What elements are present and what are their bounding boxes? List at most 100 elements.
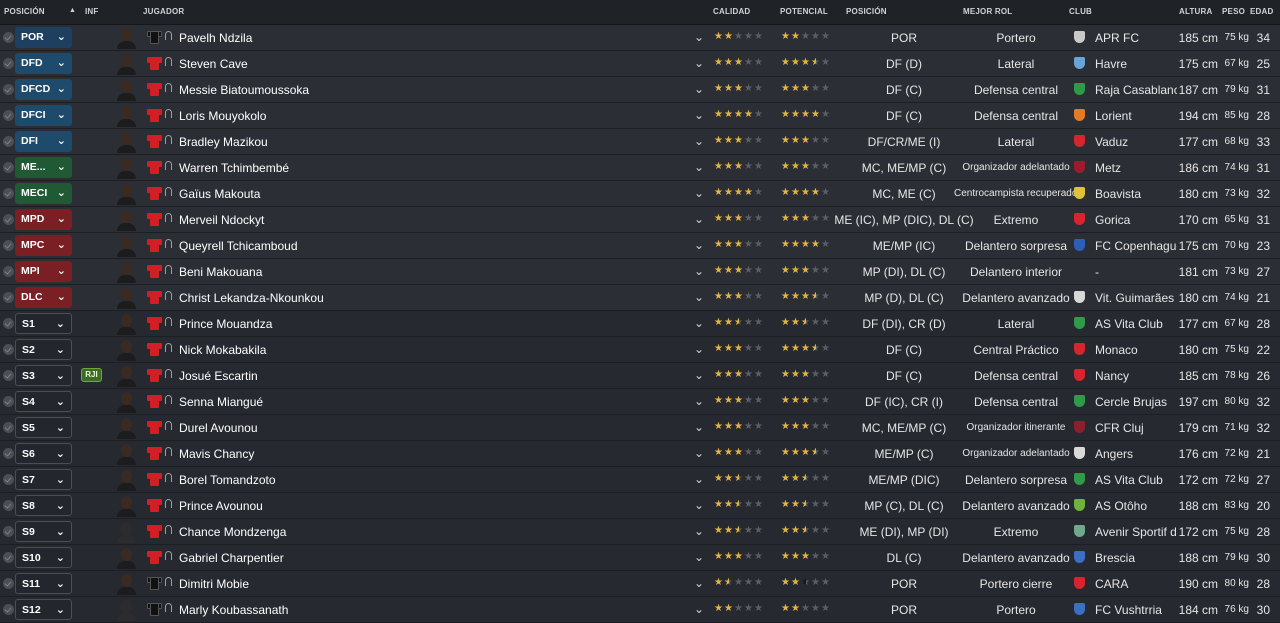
position-selector[interactable]: DFI ⌄: [15, 131, 72, 152]
club-name[interactable]: Nancy: [1095, 369, 1177, 383]
table-row[interactable]: MECI⌄Gaïus Makouta⌄★★★★★★★★★★★★★★★★★★★★M…: [0, 181, 1280, 207]
table-row[interactable]: ME... ⌄ Warren Tchimbembé ⌄ ★ ★ ★ ★ ★ ★ ★ ★ ★ ★ ★ ★ ★ ★ ★ ★…: [0, 155, 1280, 181]
position-selector[interactable]: S8 ⌄: [15, 495, 72, 516]
table-row[interactable]: POR⌄Pavelh Ndzila⌄★★★★★★★★★★★★★★★★★★★★PO…: [0, 25, 1280, 51]
position-selector[interactable]: MPC ⌄: [15, 235, 72, 256]
table-row[interactable]: S2⌄Nick Mokabakila⌄★★★★★★★★★★★★★★★★★★★★D…: [0, 337, 1280, 363]
chevron-down-icon[interactable]: ⌄: [694, 576, 704, 590]
chevron-down-icon[interactable]: ⌄: [694, 394, 704, 408]
player-name[interactable]: Nick Mokabakila: [179, 343, 266, 357]
column-header-posicion-natural[interactable]: POSICIÓN: [846, 7, 887, 16]
player-name[interactable]: Josué Escartin: [179, 369, 258, 383]
position-selector[interactable]: S4 ⌄: [15, 391, 72, 412]
club-name[interactable]: FC Vushtrria: [1095, 603, 1177, 617]
player-name[interactable]: Christ Lekandza-Nkounkou: [179, 291, 324, 305]
player-name[interactable]: Gaïus Makouta: [179, 187, 260, 201]
position-selector[interactable]: POR ⌄: [15, 27, 72, 48]
select-checkbox[interactable]: [3, 136, 14, 147]
column-header-club[interactable]: CLUB: [1069, 7, 1092, 16]
position-selector[interactable]: DFCI ⌄: [15, 105, 72, 126]
club-name[interactable]: Monaco: [1095, 343, 1177, 357]
player-name[interactable]: Queyrell Tchicamboud: [179, 239, 298, 253]
table-row[interactable]: S1⌄Prince Mouandza⌄★★★★★★★★★★★★★★★★★★★★D…: [0, 311, 1280, 337]
table-row[interactable]: S6⌄Mavis Chancy⌄★★★★★★★★★★★★★★★★★★★★ME/M…: [0, 441, 1280, 467]
position-selector[interactable]: ME... ⌄: [15, 157, 72, 178]
column-header-posicion[interactable]: POSICIÓN: [4, 7, 45, 16]
table-row[interactable]: MPC ⌄ Queyrell Tchicamboud ⌄ ★ ★ ★ ★ ★ ★ ★ ★ ★ ★ ★ ★ ★ ★ ★…: [0, 233, 1280, 259]
position-selector[interactable]: MPD ⌄: [15, 209, 72, 230]
sort-ascending-icon[interactable]: ▲: [69, 7, 76, 14]
club-name[interactable]: APR FC: [1095, 31, 1177, 45]
position-selector[interactable]: S9 ⌄: [15, 521, 72, 542]
player-name[interactable]: Prince Mouandza: [179, 317, 272, 331]
club-name[interactable]: Brescia: [1095, 551, 1177, 565]
chevron-down-icon[interactable]: ⌄: [694, 264, 704, 278]
position-selector[interactable]: S6 ⌄: [15, 443, 72, 464]
player-name[interactable]: Pavelh Ndzila: [179, 31, 252, 45]
select-checkbox[interactable]: [3, 188, 14, 199]
select-checkbox[interactable]: [3, 500, 14, 511]
chevron-down-icon[interactable]: ⌄: [694, 82, 704, 96]
position-selector[interactable]: S11 ⌄: [15, 573, 72, 594]
chevron-down-icon[interactable]: ⌄: [694, 420, 704, 434]
table-row[interactable]: S11⌄Dimitri Mobie⌄★★★★★★★★★★★★★★★★★★★★★P…: [0, 571, 1280, 597]
select-checkbox[interactable]: [3, 422, 14, 433]
column-header-potencial[interactable]: POTENCIAL: [780, 7, 828, 16]
player-name[interactable]: Gabriel Charpentier: [179, 551, 284, 565]
player-name[interactable]: Dimitri Mobie: [179, 577, 249, 591]
info-badge[interactable]: RJI: [81, 368, 102, 382]
club-name[interactable]: Cercle Brujas: [1095, 395, 1177, 409]
position-selector[interactable]: DFCD ⌄: [15, 79, 72, 100]
table-row[interactable]: DLC ⌄ Christ Lekandza-Nkounkou ⌄ ★ ★ ★ ★ ★ ★ ★ ★ ★ ★ ★…: [0, 285, 1280, 311]
club-name[interactable]: Avenir Sportif de Lo: [1095, 525, 1177, 539]
chevron-down-icon[interactable]: ⌄: [694, 550, 704, 564]
chevron-down-icon[interactable]: ⌄: [694, 290, 704, 304]
table-row[interactable]: S3⌄RJIJosué Escartin⌄★★★★★★★★★★★★★★★★★★★…: [0, 363, 1280, 389]
table-row[interactable]: S9⌄Chance Mondzenga⌄★★★★★★★★★★★★★★★★★★★★…: [0, 519, 1280, 545]
chevron-down-icon[interactable]: ⌄: [694, 602, 704, 616]
club-name[interactable]: AS Vita Club: [1095, 473, 1177, 487]
player-name[interactable]: Prince Avounou: [179, 499, 263, 513]
position-selector[interactable]: S1 ⌄: [15, 313, 72, 334]
select-checkbox[interactable]: [3, 240, 14, 251]
chevron-down-icon[interactable]: ⌄: [694, 186, 704, 200]
chevron-down-icon[interactable]: ⌄: [694, 498, 704, 512]
select-checkbox[interactable]: [3, 578, 14, 589]
position-selector[interactable]: S12 ⌄: [15, 599, 72, 620]
chevron-down-icon[interactable]: ⌄: [694, 316, 704, 330]
select-checkbox[interactable]: [3, 474, 14, 485]
select-checkbox[interactable]: [3, 214, 14, 225]
table-row[interactable]: S7⌄Borel Tomandzoto⌄★★★★★★★★★★★★★★★★★★★★…: [0, 467, 1280, 493]
column-header-edad[interactable]: EDAD: [1250, 7, 1273, 16]
column-header-jugador[interactable]: JUGADOR: [143, 7, 184, 16]
select-checkbox[interactable]: [3, 110, 14, 121]
select-checkbox[interactable]: [3, 370, 14, 381]
table-row[interactable]: MPD⌄Merveil Ndockyt⌄★★★★★★★★★★★★★★★★★★★★…: [0, 207, 1280, 233]
select-checkbox[interactable]: [3, 162, 14, 173]
chevron-down-icon[interactable]: ⌄: [694, 160, 704, 174]
club-name[interactable]: AS Vita Club: [1095, 317, 1177, 331]
player-name[interactable]: Merveil Ndockyt: [179, 213, 264, 227]
table-row[interactable]: S4⌄Senna Miangué⌄★★★★★★★★★★★★★★★★★★★★DF …: [0, 389, 1280, 415]
player-name[interactable]: Marly Koubassanath: [179, 603, 288, 617]
select-checkbox[interactable]: [3, 396, 14, 407]
player-name[interactable]: Senna Miangué: [179, 395, 263, 409]
club-name[interactable]: Lorient: [1095, 109, 1177, 123]
table-row[interactable]: DFCD ⌄ Messie Biatoumoussoka ⌄ ★ ★ ★ ★ ★ ★ ★ ★ ★ ★ ★ ★ ★…: [0, 77, 1280, 103]
club-name[interactable]: CFR Cluj: [1095, 421, 1177, 435]
position-selector[interactable]: DFD ⌄: [15, 53, 72, 74]
club-name[interactable]: AS Otôho: [1095, 499, 1177, 513]
club-name[interactable]: Havre: [1095, 57, 1177, 71]
column-header-inf[interactable]: INF: [85, 7, 99, 16]
club-name[interactable]: -: [1095, 265, 1177, 279]
chevron-down-icon[interactable]: ⌄: [694, 30, 704, 44]
table-row[interactable]: S12⌄Marly Koubassanath⌄★★★★★★★★★★★★★★★★★…: [0, 597, 1280, 623]
chevron-down-icon[interactable]: ⌄: [694, 212, 704, 226]
position-selector[interactable]: S3 ⌄: [15, 365, 72, 386]
select-checkbox[interactable]: [3, 58, 14, 69]
club-name[interactable]: CARA: [1095, 577, 1177, 591]
club-name[interactable]: Gorica: [1095, 213, 1177, 227]
column-header-mejor-rol[interactable]: MEJOR ROL: [963, 7, 1012, 16]
chevron-down-icon[interactable]: ⌄: [694, 472, 704, 486]
table-row[interactable]: S8⌄Prince Avounou⌄★★★★★★★★★★★★★★★★★★★★MP…: [0, 493, 1280, 519]
